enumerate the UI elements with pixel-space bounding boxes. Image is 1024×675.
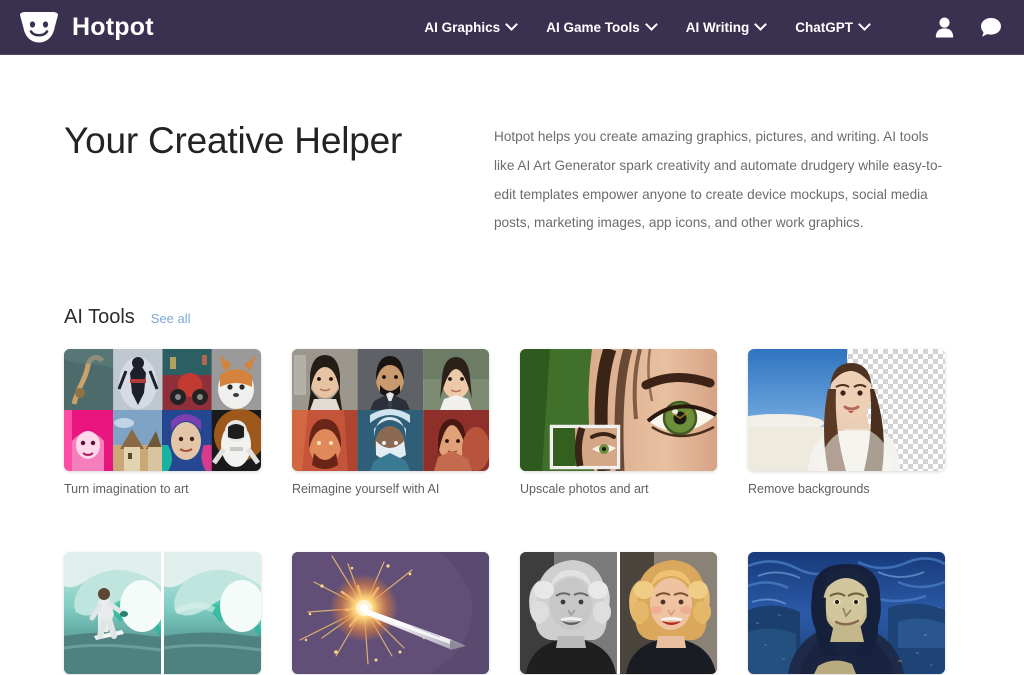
chat-bubble-icon[interactable] (980, 17, 1002, 38)
tool-card-personalize-art[interactable]: Personalize art (748, 552, 945, 675)
chevron-down-icon (644, 18, 658, 31)
page-title: Your Creative Helper (64, 120, 403, 161)
section-title: AI Tools (64, 306, 135, 329)
card-thumbnail-mona-lisa-starry-night (748, 552, 945, 675)
card-label: Remove backgrounds (748, 482, 870, 497)
nav-item-label: AI Graphics (424, 20, 501, 35)
nav-item-label: ChatGPT (795, 20, 853, 35)
brand-logo-link[interactable]: Hotpot (18, 11, 154, 45)
tool-card-turn-imagination-to-art[interactable]: Turn imagination to art (64, 349, 261, 497)
tool-card-reimagine-yourself-with-ai[interactable]: Reimagine yourself with AI (292, 349, 489, 497)
card-thumbnail-bw-color-portrait-split (520, 552, 717, 675)
tool-card-colorize-old-photos[interactable]: Colorize old photos (520, 552, 717, 675)
card-thumbnail-ai-art-grid (64, 349, 261, 472)
section-header: AI Tools See all (64, 306, 960, 329)
tool-card-outsource-writing-tasks[interactable]: Outsource writing tasks (292, 552, 489, 675)
tool-card-grid: Turn imagination to art Reimagine yourse… (64, 349, 960, 675)
hotpot-smiley-logo-icon (20, 11, 58, 42)
card-thumbnail-sparkler-pen (292, 552, 489, 675)
brand-name: Hotpot (72, 13, 154, 41)
main-navigation: AI Graphics AI Game Tools AI Writing Cha… (424, 17, 1002, 38)
card-thumbnail-portrait-transparent-split (748, 349, 945, 472)
card-thumbnail-surfer-wave-split (64, 552, 261, 675)
header-icon-group (935, 17, 1002, 38)
nav-item-label: AI Writing (685, 20, 750, 35)
card-thumbnail-portrait-grid (292, 349, 489, 472)
site-header: Hotpot AI Graphics AI Game Tools AI Writ… (0, 0, 1024, 55)
nav-item-ai-game-tools[interactable]: AI Game Tools (546, 18, 658, 35)
tool-card-remove-backgrounds[interactable]: Remove backgrounds (748, 349, 945, 497)
card-label: Reimagine yourself with AI (292, 482, 440, 497)
see-all-link[interactable]: See all (151, 311, 191, 326)
user-account-icon[interactable] (935, 17, 954, 38)
nav-item-ai-graphics[interactable]: AI Graphics (424, 18, 519, 35)
hero-description: Hotpot helps you create amazing graphics… (494, 129, 943, 231)
ai-tools-section: AI Tools See all Turn imagination to art… (0, 306, 1024, 675)
tool-card-remove-objects[interactable]: Remove objects (64, 552, 261, 675)
card-label: Upscale photos and art (520, 482, 649, 497)
nav-item-label: AI Game Tools (546, 20, 640, 35)
card-thumbnail-eye-closeup-inset (520, 349, 717, 472)
card-label: Turn imagination to art (64, 482, 189, 497)
hero-section: Your Creative Helper Hotpot helps you cr… (0, 55, 1024, 238)
chevron-down-icon (505, 18, 519, 31)
nav-item-chatgpt[interactable]: ChatGPT (795, 18, 871, 35)
chevron-down-icon (858, 18, 871, 31)
nav-item-ai-writing[interactable]: AI Writing (685, 18, 768, 35)
chevron-down-icon (754, 18, 768, 31)
tool-card-upscale-photos-and-art[interactable]: Upscale photos and art (520, 349, 717, 497)
